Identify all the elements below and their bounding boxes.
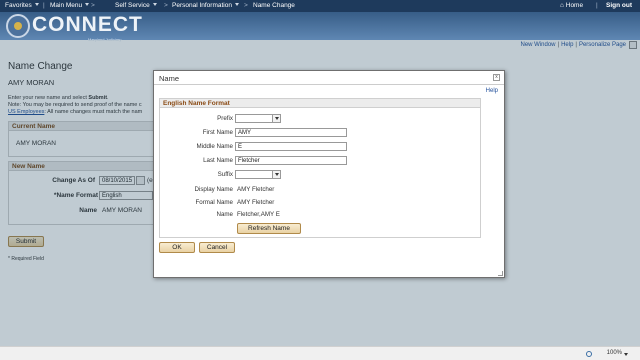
suffix-select[interactable] xyxy=(235,170,281,179)
prefix-label: Prefix xyxy=(217,115,233,122)
name-dialog: Name x Help English Name Format Prefix F… xyxy=(153,70,505,278)
home-label: Home xyxy=(565,2,584,9)
last-name-field[interactable]: Fletcher xyxy=(235,156,347,165)
name-value: Fletcher,AMY E xyxy=(237,211,280,218)
cancel-button[interactable]: Cancel xyxy=(199,242,235,253)
first-name-label: First Name xyxy=(202,129,233,136)
formal-name-label: Formal Name xyxy=(195,199,233,206)
nav-personal-information[interactable]: Personal Information xyxy=(172,2,239,9)
resize-grip-icon[interactable] xyxy=(498,271,503,276)
nav-separator: | xyxy=(596,2,598,9)
zoom-icon xyxy=(586,351,592,357)
suffix-label: Suffix xyxy=(217,171,233,178)
nav-favorites-label: Favorites xyxy=(5,2,32,9)
ok-button[interactable]: OK xyxy=(159,242,195,253)
home-icon: ⌂ xyxy=(560,2,564,9)
last-name-label: Last Name xyxy=(203,157,233,164)
nav-self-service[interactable]: Self Service xyxy=(115,2,157,9)
nav-personal-information-label: Personal Information xyxy=(172,2,232,9)
chevron-down-icon[interactable] xyxy=(624,353,628,356)
breadcrumb-separator: > xyxy=(164,2,168,9)
dropdown-caret-icon xyxy=(234,3,239,6)
home-link[interactable]: ⌂ Home xyxy=(560,2,583,9)
nav-self-service-label: Self Service xyxy=(115,2,150,9)
breadcrumb-separator: > xyxy=(244,2,248,9)
nav-name-change[interactable]: Name Change xyxy=(253,2,295,9)
dialog-title: Name xyxy=(154,71,504,85)
browser-status-bar: 100% xyxy=(0,346,640,360)
dialog-help-link[interactable]: Help xyxy=(486,88,498,94)
middle-name-label: Middle Name xyxy=(196,143,233,150)
dialog-title-text: Name xyxy=(159,74,180,83)
nav-main-menu-label: Main Menu xyxy=(50,2,83,9)
first-name-field[interactable]: AMY xyxy=(235,128,347,137)
refresh-name-button[interactable]: Refresh Name xyxy=(237,223,301,234)
name-label: Name xyxy=(216,211,233,218)
prefix-select[interactable] xyxy=(235,114,281,123)
logo-icon xyxy=(6,14,30,38)
dropdown-caret-icon xyxy=(34,3,39,6)
middle-name-field[interactable]: E xyxy=(235,142,347,151)
top-nav-bar: Favorites | Main Menu > Self Service > P… xyxy=(0,0,640,12)
breadcrumb-separator: > xyxy=(91,2,95,9)
chevron-down-icon xyxy=(272,171,280,178)
zoom-level[interactable]: 100% xyxy=(607,350,622,356)
formal-name-value: AMY Fletcher xyxy=(237,199,275,206)
dropdown-caret-icon xyxy=(152,3,157,6)
logo-text: CONNECT xyxy=(32,13,143,36)
nav-favorites[interactable]: Favorites xyxy=(5,2,39,9)
sign-out-link[interactable]: Sign out xyxy=(606,2,632,9)
chevron-down-icon xyxy=(272,115,280,122)
banner: CONNECT Maryland Judiciary xyxy=(0,12,640,42)
display-name-value: AMY Fletcher xyxy=(237,186,275,193)
section-header: English Name Format xyxy=(160,99,480,108)
display-name-label: Display Name xyxy=(194,186,233,193)
close-icon[interactable]: x xyxy=(493,74,500,81)
nav-main-menu[interactable]: Main Menu xyxy=(50,2,90,9)
nav-separator: | xyxy=(43,2,45,9)
dropdown-caret-icon xyxy=(85,3,90,6)
